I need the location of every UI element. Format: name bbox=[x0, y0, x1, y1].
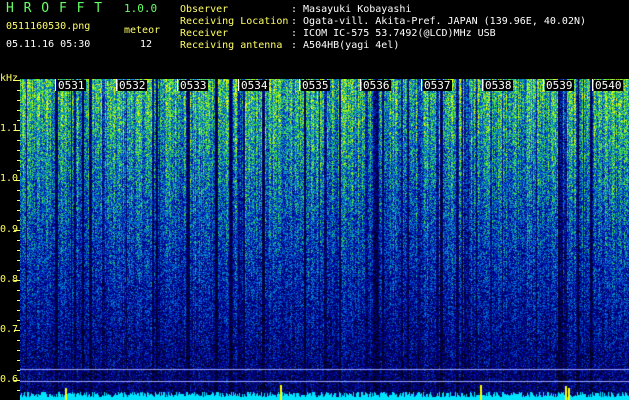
y-tick-mark bbox=[17, 210, 20, 211]
y-tick-mark bbox=[17, 260, 20, 261]
meteor-count: 12 bbox=[140, 39, 153, 50]
y-tick-mark bbox=[14, 80, 20, 81]
y-tick-mark bbox=[17, 240, 20, 241]
time-label: 0539 bbox=[545, 79, 574, 92]
y-tick-label: 1.1 bbox=[0, 123, 19, 134]
y-tick-mark bbox=[14, 380, 20, 381]
time-tick bbox=[421, 79, 422, 91]
y-tick-mark bbox=[17, 110, 20, 111]
y-tick-mark bbox=[14, 330, 20, 331]
time-label: 0537 bbox=[423, 79, 452, 92]
y-tick-mark bbox=[17, 350, 20, 351]
y-tick-mark bbox=[17, 190, 20, 191]
y-tick-mark bbox=[17, 250, 20, 251]
y-tick-mark bbox=[14, 180, 20, 181]
y-tick-mark bbox=[17, 200, 20, 201]
time-tick bbox=[55, 79, 56, 91]
time-label: 0536 bbox=[362, 79, 391, 92]
y-tick-mark bbox=[17, 140, 20, 141]
y-tick-mark bbox=[17, 340, 20, 341]
location-label: Receiving Location bbox=[180, 16, 289, 27]
receiver-value: : ICOM IC-575 53.7492(@LCD)MHz USB bbox=[291, 28, 496, 39]
app-title: H R O F F T bbox=[6, 1, 104, 16]
y-tick-label: 1.0 bbox=[0, 173, 19, 184]
time-tick bbox=[360, 79, 361, 91]
antenna-label: Receiving antenna bbox=[180, 40, 283, 51]
location-value: : Ogata-vill. Akita-Pref. JAPAN (139.96E… bbox=[291, 16, 587, 27]
antenna-value: : A504HB(yagi 4el) bbox=[291, 40, 400, 51]
y-tick-mark bbox=[14, 130, 20, 131]
receiver-label: Receiver bbox=[180, 28, 229, 39]
y-tick-mark bbox=[17, 170, 20, 171]
time-tick bbox=[592, 79, 593, 91]
y-tick-mark bbox=[17, 120, 20, 121]
time-tick bbox=[177, 79, 178, 91]
y-tick-mark bbox=[17, 270, 20, 271]
y-tick-mark bbox=[14, 230, 20, 231]
y-tick-mark bbox=[17, 220, 20, 221]
y-tick-mark bbox=[17, 100, 20, 101]
time-label: 0535 bbox=[301, 79, 330, 92]
y-tick-mark bbox=[17, 320, 20, 321]
y-tick-mark bbox=[17, 90, 20, 91]
spectrogram-canvas bbox=[20, 79, 629, 400]
time-label: 0540 bbox=[594, 79, 623, 92]
time-label: 0533 bbox=[179, 79, 208, 92]
observer-label: Observer bbox=[180, 4, 229, 15]
y-tick-mark bbox=[17, 370, 20, 371]
observer-value: : Masayuki Kobayashi bbox=[291, 4, 412, 15]
y-tick-mark bbox=[17, 150, 20, 151]
time-label: 0538 bbox=[484, 79, 513, 92]
axis-unit-label: kHz bbox=[0, 73, 19, 84]
date-time: 05.11.16 05:30 bbox=[6, 39, 91, 50]
time-tick bbox=[482, 79, 483, 91]
time-tick bbox=[543, 79, 544, 91]
y-tick-mark bbox=[17, 160, 20, 161]
file-name: 0511160530.png bbox=[6, 21, 91, 32]
time-tick bbox=[238, 79, 239, 91]
app-version: 1.0.0 bbox=[124, 2, 158, 15]
y-tick-mark bbox=[17, 360, 20, 361]
time-tick bbox=[299, 79, 300, 91]
time-label: 0531 bbox=[57, 79, 86, 92]
time-label: 0532 bbox=[118, 79, 147, 92]
y-tick-mark bbox=[17, 310, 20, 311]
y-tick-mark bbox=[17, 300, 20, 301]
meteor-label: meteor bbox=[124, 25, 161, 36]
y-tick-mark bbox=[14, 280, 20, 281]
y-tick-mark bbox=[17, 390, 20, 391]
time-label: 0534 bbox=[240, 79, 269, 92]
y-tick-mark bbox=[17, 290, 20, 291]
time-tick bbox=[116, 79, 117, 91]
